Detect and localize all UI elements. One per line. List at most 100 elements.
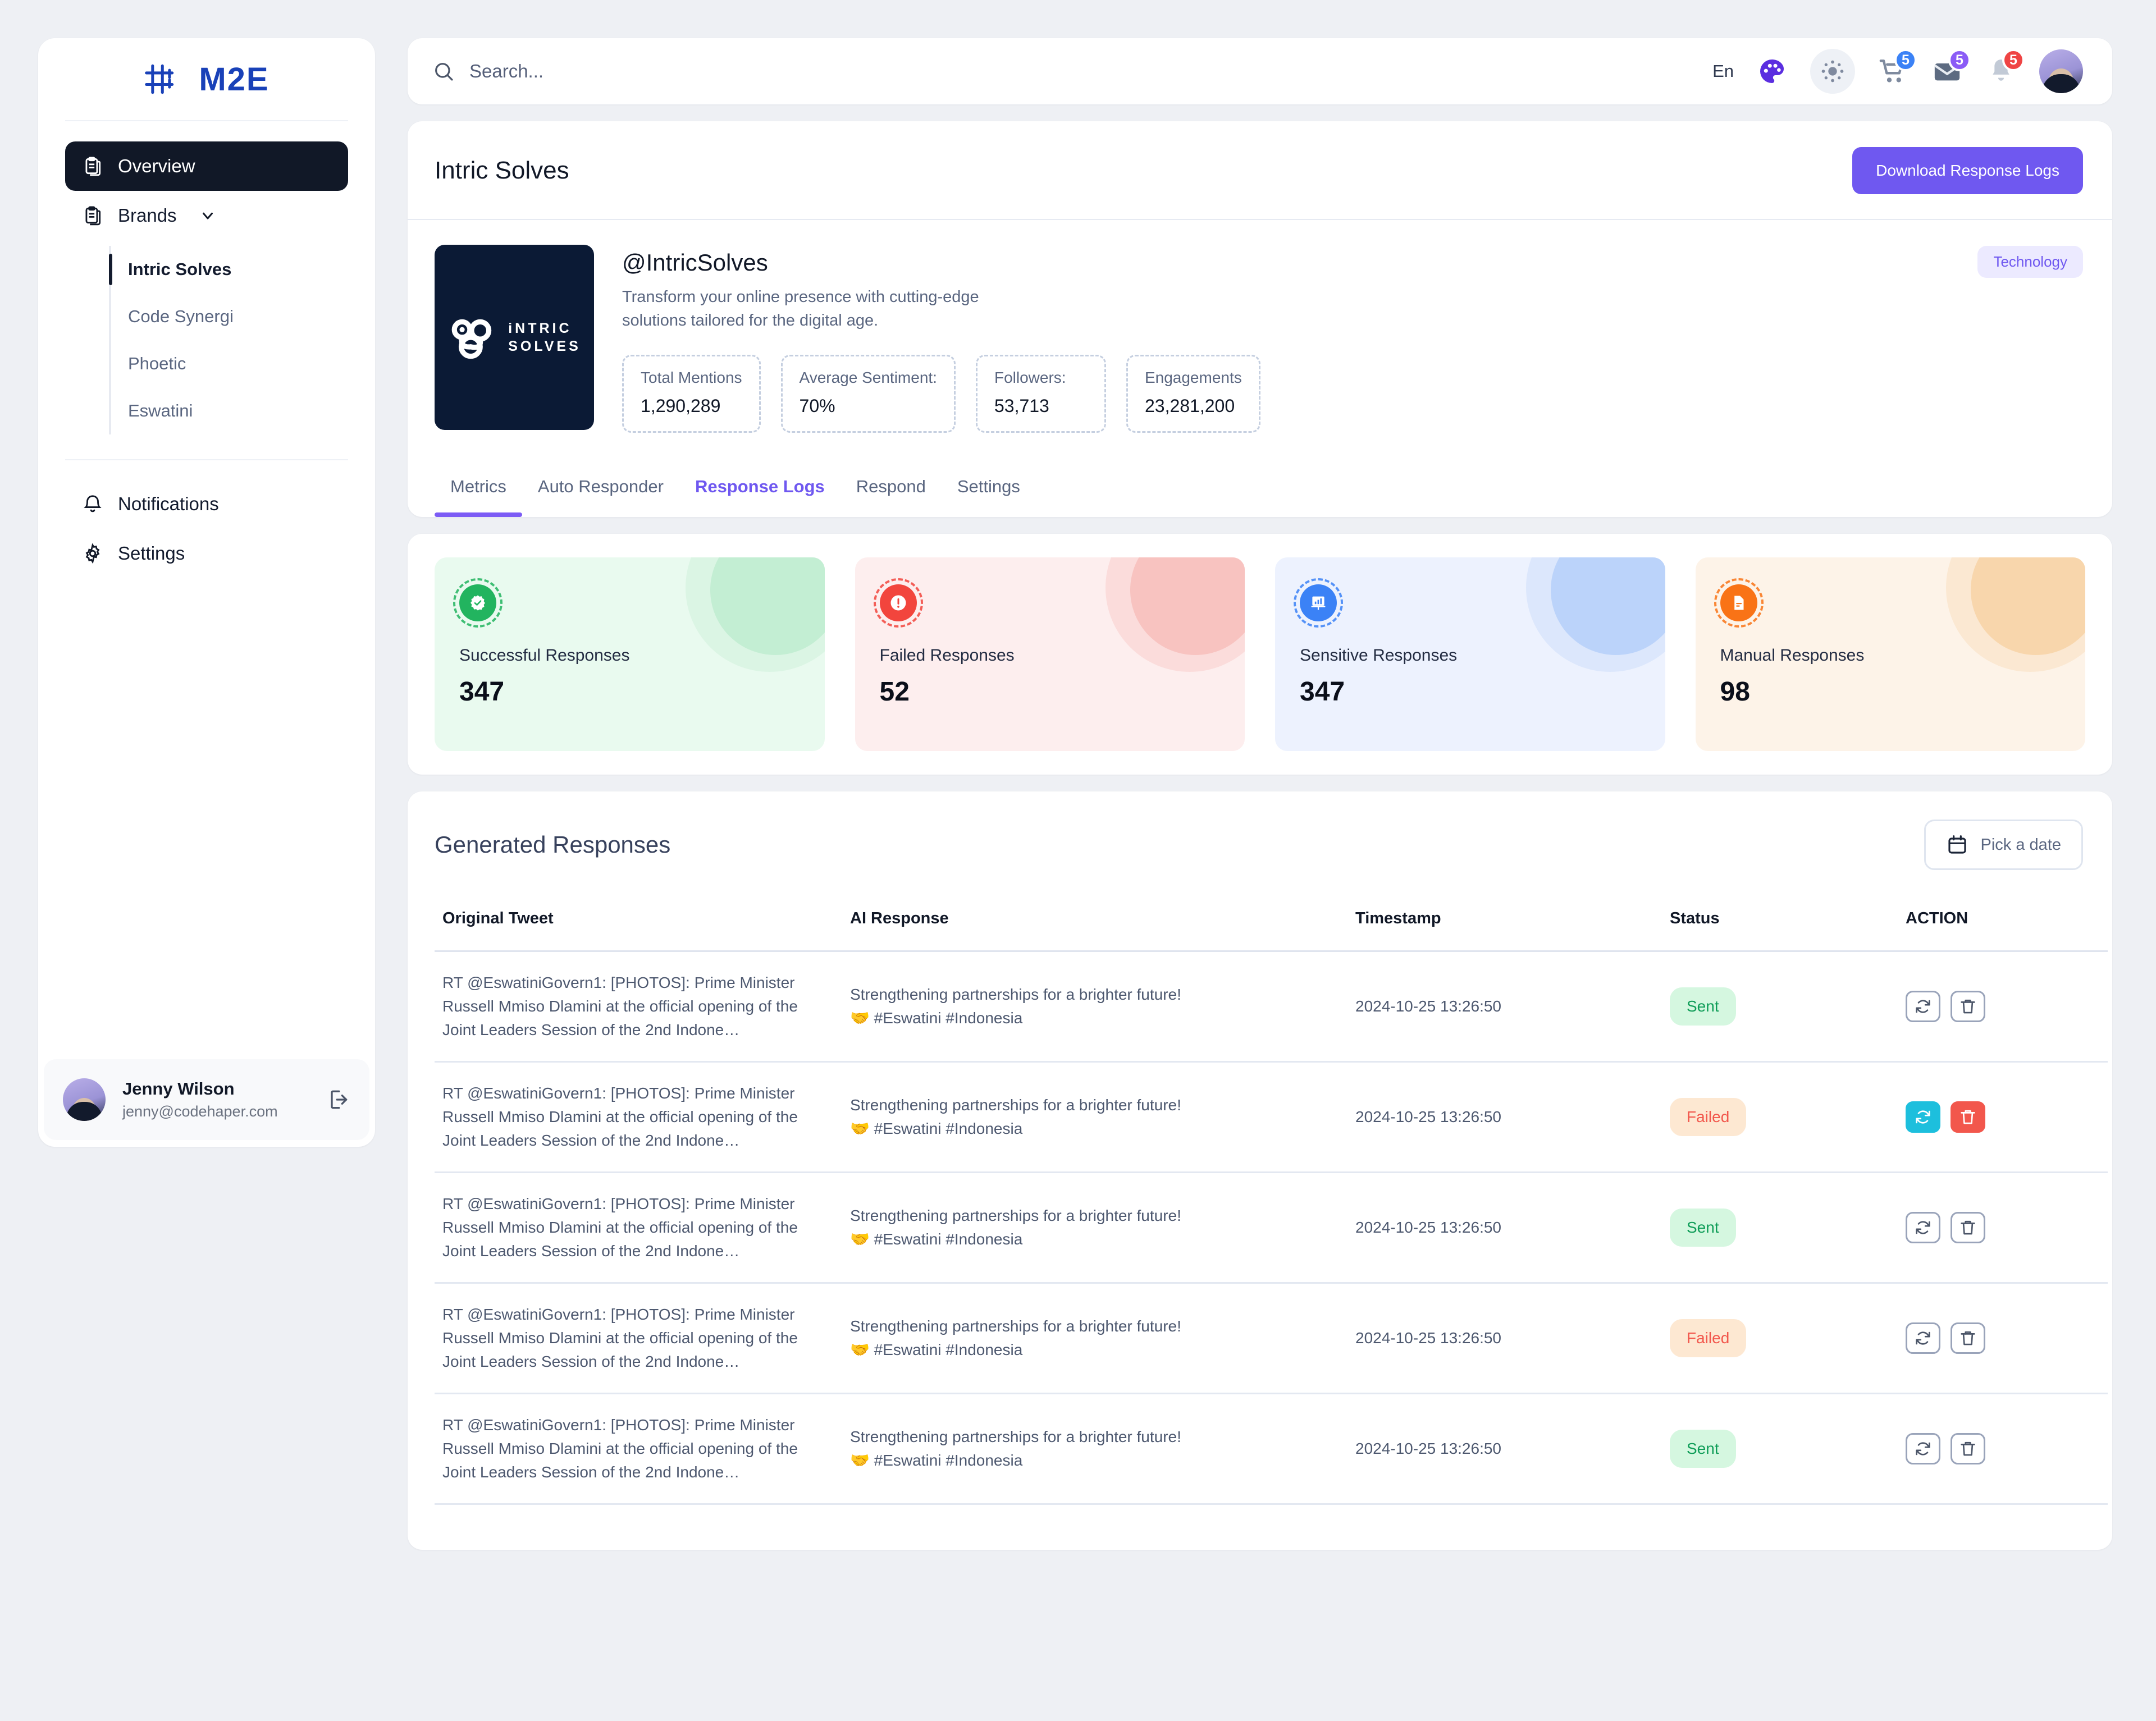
tab-auto-responder[interactable]: Auto Responder: [522, 457, 679, 517]
cell-original-tweet: RT @EswatiniGovern1: [PHOTOS]: Prime Min…: [435, 1172, 850, 1284]
calendar-icon: [1946, 834, 1968, 856]
stat-followers: Followers: 53,713: [975, 355, 1106, 433]
brand-item-label: Phoetic: [128, 354, 186, 373]
generated-responses-table: Original Tweet AI Response Timestamp Sta…: [435, 892, 2108, 1505]
document-icon: [1714, 578, 1764, 628]
column-header-timestamp: Timestamp: [1355, 892, 1670, 953]
stat-card-failed-responses: Failed Responses 52: [855, 557, 1245, 752]
stat-label: Average Sentiment:: [799, 369, 937, 387]
sidebar-item-intric-solves[interactable]: Intric Solves: [109, 246, 348, 293]
palette-icon[interactable]: [1756, 56, 1788, 87]
language-selector[interactable]: En: [1712, 61, 1734, 81]
profile-name: Jenny Wilson: [122, 1079, 235, 1098]
row-actions: [1906, 1322, 2108, 1354]
cell-action: [1906, 1172, 2108, 1284]
cell-original-tweet: RT @EswatiniGovern1: [PHOTOS]: Prime Min…: [435, 1393, 850, 1505]
pick-a-date-button[interactable]: Pick a date: [1924, 820, 2083, 871]
tab-bar: Metrics Auto Responder Response Logs Res…: [408, 457, 2112, 518]
ai-response-line1: Strengthening partnerships for a brighte…: [850, 1207, 1181, 1225]
table-header-bar: Generated Responses Pick a date: [408, 791, 2112, 892]
brand-info: @IntricSolves Transform your online pres…: [622, 245, 2083, 433]
sidebar-item-overview[interactable]: Overview: [65, 141, 348, 191]
table-header-row: Original Tweet AI Response Timestamp Sta…: [435, 892, 2108, 953]
delete-button[interactable]: [1951, 1212, 1985, 1244]
sidebar: M2E Overview Brands Intric Solves Code S…: [38, 38, 375, 1147]
sidebar-item-eswatini[interactable]: Eswatini: [111, 387, 348, 434]
handshake-emoji: 🤝: [850, 1341, 870, 1359]
search-input[interactable]: [469, 61, 1698, 82]
sun-icon[interactable]: [1810, 49, 1855, 94]
cell-timestamp: 2024-10-25 13:26:50: [1355, 1393, 1670, 1505]
avatar[interactable]: [2039, 49, 2083, 93]
retry-button[interactable]: [1906, 1322, 1940, 1354]
app-root: M2E Overview Brands Intric Solves Code S…: [0, 0, 2156, 1721]
table-row: RT @EswatiniGovern1: [PHOTOS]: Prime Min…: [435, 1393, 2108, 1505]
table-row: RT @EswatiniGovern1: [PHOTOS]: Prime Min…: [435, 951, 2108, 1063]
logout-icon[interactable]: [326, 1087, 350, 1112]
chevron-down-icon: [199, 207, 216, 224]
mail-badge: 5: [1948, 49, 1971, 71]
bell-icon[interactable]: 5: [1985, 49, 2025, 87]
sidebar-item-settings[interactable]: Settings: [65, 529, 348, 578]
cell-ai-response: Strengthening partnerships for a brighte…: [850, 1172, 1355, 1284]
intric-solves-mark-icon: [451, 319, 492, 359]
delete-button[interactable]: [1951, 1433, 1985, 1465]
delete-button[interactable]: [1951, 991, 1985, 1023]
cell-status: Sent: [1670, 951, 1906, 1063]
category-tag: Technology: [1977, 246, 2083, 278]
sidebar-item-label: Settings: [118, 543, 185, 564]
handshake-emoji: 🤝: [850, 1230, 870, 1248]
tab-metrics[interactable]: Metrics: [435, 457, 522, 518]
brand-item-label: Eswatini: [128, 401, 193, 420]
cell-timestamp: 2024-10-25 13:26:50: [1355, 1172, 1670, 1284]
tab-settings[interactable]: Settings: [942, 457, 1036, 517]
status-badge: Sent: [1670, 987, 1736, 1026]
sidebar-nav: Overview Brands Intric Solves Code Syner…: [38, 121, 375, 434]
retry-button[interactable]: [1906, 991, 1940, 1023]
column-header-status: Status: [1670, 892, 1906, 953]
cart-icon[interactable]: 5: [1878, 49, 1917, 87]
mail-icon[interactable]: 5: [1931, 49, 1971, 87]
table-row: RT @EswatiniGovern1: [PHOTOS]: Prime Min…: [435, 1061, 2108, 1174]
generated-responses-panel: Generated Responses Pick a date Original…: [408, 791, 2112, 1550]
cell-timestamp: 2024-10-25 13:26:50: [1355, 951, 1670, 1063]
sidebar-user-profile[interactable]: Jenny Wilson jenny@codehaper.com: [44, 1059, 369, 1140]
ai-response-line2: #Eswatini #Indonesia: [874, 1230, 1023, 1248]
ai-response-line1: Strengthening partnerships for a brighte…: [850, 1096, 1181, 1114]
download-response-logs-button[interactable]: Download Response Logs: [1852, 147, 2083, 194]
row-actions: [1906, 1101, 2108, 1133]
ai-response-line2: #Eswatini #Indonesia: [874, 1341, 1023, 1359]
brand-sublist: Intric Solves Code Synergi Phoetic Eswat…: [109, 246, 348, 434]
stat-label: Followers:: [994, 369, 1066, 387]
delete-button[interactable]: [1951, 1101, 1985, 1133]
retry-button[interactable]: [1906, 1212, 1940, 1244]
stat-card-manual-responses: Manual Responses 98: [1695, 557, 2085, 752]
sidebar-item-label: Brands: [118, 205, 177, 226]
stat-card-value: 347: [1300, 677, 1345, 707]
sidebar-item-notifications[interactable]: Notifications: [65, 479, 348, 529]
section-title: Generated Responses: [435, 831, 671, 858]
delete-button[interactable]: [1951, 1322, 1985, 1354]
stat-label: Total Mentions: [641, 369, 742, 387]
retry-button[interactable]: [1906, 1101, 1940, 1133]
stat-value: 1,290,289: [641, 396, 721, 416]
sidebar-nav-lower: Notifications Settings: [38, 460, 375, 578]
tab-response-logs[interactable]: Response Logs: [679, 457, 841, 517]
stat-average-sentiment: Average Sentiment: 70%: [780, 355, 956, 433]
sidebar-item-phoetic[interactable]: Phoetic: [111, 340, 348, 387]
tab-respond[interactable]: Respond: [841, 457, 942, 517]
sidebar-item-code-synergi[interactable]: Code Synergi: [111, 293, 348, 340]
status-badge: Failed: [1670, 1098, 1747, 1137]
brand-logo-line1: iNTRIC: [508, 321, 572, 336]
cell-original-tweet: RT @EswatiniGovern1: [PHOTOS]: Prime Min…: [435, 951, 850, 1063]
column-header-ai-response: AI Response: [850, 892, 1355, 953]
stat-value: 53,713: [994, 396, 1049, 416]
stat-card-sensitive-responses: Sensitive Responses 347: [1275, 557, 1665, 752]
cart-badge: 5: [1894, 49, 1917, 71]
sidebar-item-brands[interactable]: Brands: [65, 191, 348, 240]
table-body: RT @EswatiniGovern1: [PHOTOS]: Prime Min…: [435, 951, 2108, 1505]
stat-label: Engagements: [1144, 369, 1242, 387]
stat-card-successful-responses: Successful Responses 347: [435, 557, 825, 752]
retry-button[interactable]: [1906, 1433, 1940, 1465]
